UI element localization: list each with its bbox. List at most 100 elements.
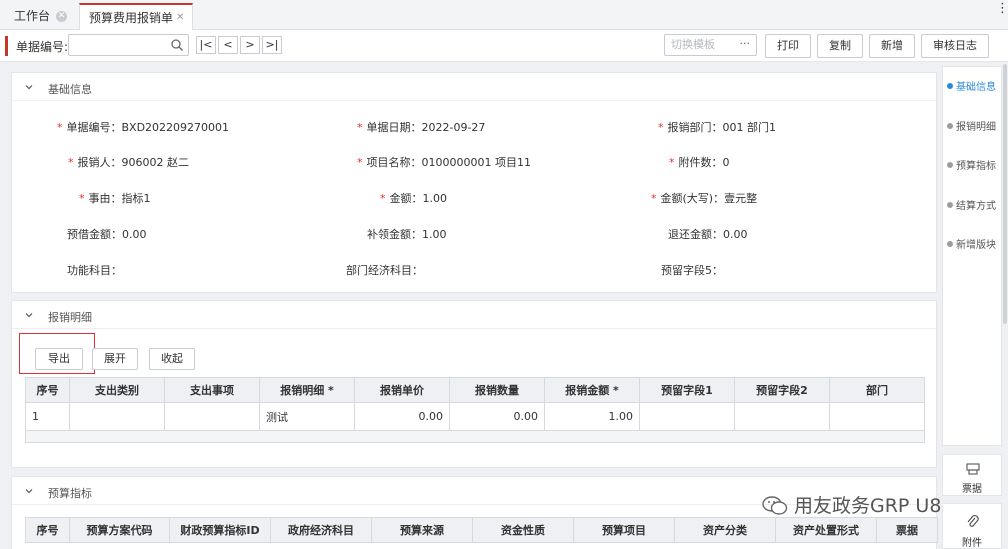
scrollbar[interactable] — [1003, 64, 1007, 324]
nav-item-budget[interactable]: 预算指标 — [947, 157, 996, 172]
basic-info-panel: 基础信息 * 单据编号：BXD202209270001 * 单据日期：2022-09… — [11, 72, 937, 293]
table-cell[interactable]: 0.00 — [449, 402, 545, 431]
budget-title: 预算指标 — [48, 487, 92, 500]
column-header[interactable]: 报销金额 * — [544, 377, 640, 403]
field-bill-no: * 单据编号：BXD202209270001 — [57, 121, 230, 134]
column-header[interactable]: 部门 — [829, 377, 925, 403]
basic-info-header[interactable]: 基础信息 — [12, 73, 936, 101]
dot-icon — [947, 162, 953, 168]
detail-table: 序号 支出类别 支出事项 报销明细 * 报销单价 报销数量 报销金额 * 预留字… — [25, 377, 925, 443]
table-cell[interactable] — [639, 402, 735, 431]
prev-record-button[interactable]: < — [218, 36, 238, 54]
billno-search-input[interactable] — [68, 34, 189, 56]
detail-header[interactable]: 报销明细 — [12, 301, 936, 329]
field-amount-caps: * 金额(大写)：壹元整 — [651, 192, 758, 205]
column-header[interactable]: 资产处置形式 — [775, 517, 877, 543]
receipt-icon — [966, 463, 980, 475]
tab-bar: 工作台 ✕ 预算费用报销单 ✕ ⋮ — [0, 0, 1008, 30]
search-icon[interactable] — [170, 38, 184, 52]
attachment-button[interactable]: 附件 — [942, 503, 1002, 549]
template-select[interactable]: 切换模板 ··· — [664, 34, 757, 56]
detail-panel: 报销明细 导出 展开 收起 序号 支出类别 支出事项 报销明细 * 报销单价 报… — [11, 300, 937, 468]
column-header[interactable]: 预算方案代码 — [69, 517, 170, 543]
billno-label: 单据编号: — [16, 40, 69, 54]
field-amount: * 金额：1.00 — [380, 192, 447, 205]
table-cell[interactable]: 测试 — [259, 402, 355, 431]
column-header[interactable]: 预算来源 — [371, 517, 473, 543]
copy-button[interactable]: 复制 — [817, 34, 863, 58]
accent-bar — [5, 36, 8, 56]
column-header[interactable]: 资金性质 — [472, 517, 574, 543]
dot-icon — [947, 202, 953, 208]
basic-info-title: 基础信息 — [48, 83, 92, 96]
more-vertical-icon[interactable]: ⋮ — [996, 2, 1008, 16]
dot-icon — [947, 123, 953, 129]
chevron-down-icon[interactable] — [25, 311, 33, 319]
table-cell[interactable] — [734, 402, 830, 431]
watermark-text: 用友政务GRP U8 — [794, 495, 942, 517]
collapse-button[interactable]: 收起 — [149, 348, 195, 370]
table-footer — [25, 430, 925, 443]
section-nav: 基础信息 报销明细 预算指标 结算方式 新增版块 — [942, 66, 1002, 446]
dot-icon — [947, 83, 953, 89]
budget-table: 序号 预算方案代码 财政预算指标ID 政府经济科目 预算来源 资金性质 预算项目… — [25, 517, 938, 543]
field-dept-econ: 部门经济科目： — [346, 264, 423, 277]
column-header[interactable]: 序号 — [25, 377, 70, 403]
table-cell[interactable]: 0.00 — [354, 402, 450, 431]
table-cell[interactable]: 1 — [25, 402, 70, 431]
nav-item-detail[interactable]: 报销明细 — [947, 118, 996, 133]
last-record-button[interactable]: >| — [262, 36, 282, 54]
table-cell[interactable] — [829, 402, 925, 431]
next-record-button[interactable]: > — [240, 36, 260, 54]
export-button[interactable]: 导出 — [35, 348, 83, 370]
field-dept: * 报销部门：001 部门1 — [658, 121, 776, 134]
column-header[interactable]: 预留字段2 — [734, 377, 830, 403]
table-row[interactable]: 1 测试 0.00 0.00 1.00 — [25, 402, 925, 431]
nav-item-new-section[interactable]: 新增版块 — [947, 236, 996, 251]
tab-expense-claim-label: 预算费用报销单 — [89, 11, 174, 25]
new-button[interactable]: 新增 — [869, 34, 915, 58]
toolbar: 单据编号: |< < > >| 切换模板 ··· 打印 复制 新增 审核日志 — [0, 30, 1008, 62]
column-header[interactable]: 报销单价 — [354, 377, 450, 403]
field-refund: 退还金额：0.00 — [668, 228, 748, 241]
nav-item-settlement[interactable]: 结算方式 — [947, 197, 996, 212]
column-header[interactable]: 支出事项 — [164, 377, 260, 403]
tab-workbench[interactable]: 工作台 ✕ — [4, 3, 76, 30]
column-header[interactable]: 票据 — [876, 517, 938, 543]
field-func-subject: 功能科目： — [67, 264, 122, 277]
close-icon[interactable]: ✕ — [176, 5, 184, 31]
expand-button[interactable]: 展开 — [92, 348, 138, 370]
close-icon[interactable]: ✕ — [56, 11, 67, 22]
table-cell[interactable]: 1.00 — [544, 402, 640, 431]
field-advance: 预借金额：0.00 — [67, 228, 147, 241]
field-project: * 项目名称：0100000001 项目11 — [357, 156, 531, 169]
table-cell[interactable] — [69, 402, 165, 431]
column-header[interactable]: 政府经济科目 — [270, 517, 372, 543]
audit-log-button[interactable]: 审核日志 — [921, 34, 989, 58]
first-record-button[interactable]: |< — [196, 36, 216, 54]
column-header[interactable]: 序号 — [25, 517, 70, 543]
column-header[interactable]: 财政预算指标ID — [169, 517, 271, 543]
bill-label: 票据 — [962, 484, 982, 495]
column-header[interactable]: 资产分类 — [674, 517, 776, 543]
column-header[interactable]: 预算项目 — [573, 517, 675, 543]
detail-title: 报销明细 — [48, 311, 92, 324]
field-reason: * 事由：指标1 — [79, 192, 151, 205]
budget-header-row: 序号 预算方案代码 财政预算指标ID 政府经济科目 预算来源 资金性质 预算项目… — [25, 517, 938, 543]
detail-header-row: 序号 支出类别 支出事项 报销明细 * 报销单价 报销数量 报销金额 * 预留字… — [25, 377, 925, 403]
print-button[interactable]: 打印 — [765, 34, 811, 58]
column-header[interactable]: 预留字段1 — [639, 377, 735, 403]
column-header[interactable]: 报销数量 — [449, 377, 545, 403]
column-header[interactable]: 报销明细 * — [259, 377, 355, 403]
table-cell[interactable] — [164, 402, 260, 431]
chevron-down-icon[interactable] — [25, 487, 33, 495]
bill-button[interactable]: 票据 — [942, 454, 1002, 496]
chevron-down-icon[interactable] — [25, 83, 33, 91]
attachment-label: 附件 — [962, 538, 982, 549]
nav-item-basic-info[interactable]: 基础信息 — [947, 78, 996, 93]
paperclip-icon — [967, 515, 979, 527]
dot-icon — [947, 241, 953, 247]
column-header[interactable]: 支出类别 — [69, 377, 165, 403]
tab-expense-claim[interactable]: 预算费用报销单 ✕ — [79, 3, 193, 30]
ellipsis-icon: ··· — [739, 37, 751, 50]
